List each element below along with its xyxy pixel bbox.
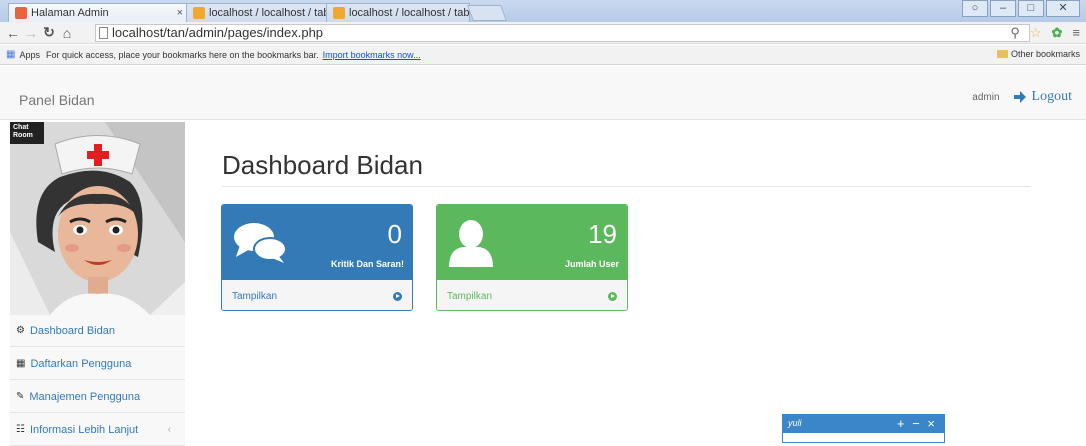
nurse-illustration: [10, 122, 185, 315]
address-bar-actions: ⚲ ☆ ✿ ≡: [1010, 25, 1080, 41]
logout-label: Logout: [1031, 89, 1072, 104]
back-arrow-icon[interactable]: ←: [4, 25, 22, 41]
view-link-label: Tampilkan: [447, 290, 493, 302]
site-favicon-icon: [15, 7, 27, 19]
tab-halaman-admin[interactable]: Halaman Admin ×: [8, 3, 190, 22]
logout-link[interactable]: Logout: [1013, 89, 1072, 105]
sidebar-item-daftarkan-pengguna[interactable]: ▦ Daftarkan Pengguna: [10, 348, 185, 380]
bookmarks-hint: For quick access, place your bookmarks h…: [45, 49, 319, 60]
minimize-button[interactable]: –: [990, 0, 1016, 17]
chat-body[interactable]: [782, 432, 945, 443]
sidebar-item-label: Informasi Lebih Lanjut: [29, 423, 139, 436]
sidebar: Chat Room ⚙ Dashboard Bidan ▦ Daftarkan …: [10, 122, 185, 446]
tab-close-icon[interactable]: ×: [171, 7, 183, 19]
profile-button[interactable]: ○: [962, 0, 988, 17]
page-title: Dashboard Bidan: [222, 150, 423, 180]
phpmyadmin-favicon-icon: [333, 7, 345, 19]
tab-localhost-1[interactable]: localhost / localhost / tab ×: [186, 3, 330, 22]
tab-title: localhost / localhost / tab: [209, 7, 330, 19]
arrow-circle-right-icon: [393, 291, 402, 301]
user-count: 19: [588, 219, 617, 249]
edit-icon: ✎: [16, 391, 25, 402]
folder-icon: [996, 50, 1008, 58]
tab-title: localhost / localhost / tab: [349, 7, 470, 19]
window-controls: ○ – □ ✕: [962, 0, 1080, 17]
sidebar-item-manajemen-pengguna[interactable]: ✎ Manajemen Pengguna: [10, 381, 185, 413]
extension-icon[interactable]: ✿: [1052, 25, 1063, 41]
sidebar-item-label: Dashboard Bidan: [29, 324, 115, 337]
arrow-circle-right-icon: [608, 291, 617, 301]
sidebar-item-label: Daftarkan Pengguna: [30, 357, 132, 370]
panel-heading: 19 Jumlah User: [437, 205, 627, 280]
zoom-icon[interactable]: ⚲: [1010, 25, 1020, 41]
dashboard-icon: ⚙: [16, 325, 25, 336]
chat-user-name: yuli: [788, 418, 802, 428]
navbar-right: admin Logout: [972, 89, 1072, 105]
sidebar-item-informasi-lebih-lanjut[interactable]: ☷ Informasi Lebih Lanjut ‹: [10, 414, 185, 446]
sidebar-item-label: Manajemen Pengguna: [29, 390, 141, 403]
reload-icon[interactable]: ↻: [40, 24, 58, 41]
user-caption: Jumlah User: [564, 259, 619, 269]
bookmarks-bar: ▦ Apps For quick access, place your book…: [0, 45, 1086, 65]
import-bookmarks-link[interactable]: Import bookmarks now...: [323, 50, 421, 60]
maximize-button[interactable]: □: [1018, 0, 1044, 17]
other-bookmarks-label: Other bookmarks: [1010, 49, 1080, 59]
table-icon: ▦: [16, 358, 26, 369]
chat-window-controls[interactable]: + − ×: [897, 416, 937, 431]
user-icon: [449, 220, 493, 267]
apps-link[interactable]: Apps: [19, 50, 40, 60]
title-divider: [222, 186, 1031, 187]
kritik-view-link[interactable]: Tampilkan: [222, 280, 412, 310]
sitemap-icon: ☷: [16, 424, 25, 435]
star-icon[interactable]: ☆: [1030, 25, 1042, 41]
sidebar-item-dashboard-bidan[interactable]: ⚙ Dashboard Bidan: [10, 315, 185, 347]
nurse-avatar-image: Chat Room: [10, 122, 185, 315]
phpmyadmin-favicon-icon: [193, 7, 205, 19]
jumlah-user-panel: 19 Jumlah User Tampilkan: [436, 204, 628, 311]
panel-heading: 0 Kritik Dan Saran!: [222, 205, 412, 280]
kritik-saran-panel: 0 Kritik Dan Saran! Tampilkan: [221, 204, 413, 311]
kritik-caption: Kritik Dan Saran!: [330, 259, 404, 269]
comments-icon: [234, 223, 287, 263]
tab-title: Halaman Admin: [31, 7, 109, 19]
url-input[interactable]: localhost/tan/admin/pages/index.php: [95, 24, 1030, 42]
page-icon: [99, 27, 108, 39]
address-toolbar: ← → ↻ ⌂ localhost/tan/admin/pages/index.…: [0, 22, 1086, 44]
url-text: localhost/tan/admin/pages/index.php: [112, 25, 324, 40]
chat-room-badge[interactable]: Chat Room: [10, 122, 44, 144]
view-link-label: Tampilkan: [232, 290, 278, 302]
kritik-count: 0: [387, 219, 402, 249]
close-window-button[interactable]: ✕: [1046, 0, 1080, 17]
apps-grid-icon[interactable]: ▦: [6, 49, 15, 60]
menu-icon[interactable]: ≡: [1072, 25, 1080, 41]
sign-out-icon: [1013, 91, 1026, 103]
chat-box[interactable]: yuli + − ×: [782, 414, 945, 443]
brand-title[interactable]: Panel Bidan: [19, 92, 95, 108]
tab-localhost-2[interactable]: localhost / localhost / tab ×: [326, 3, 470, 22]
home-icon[interactable]: ⌂: [58, 25, 76, 41]
new-tab-button[interactable]: [467, 5, 507, 21]
user-view-link[interactable]: Tampilkan: [437, 280, 627, 310]
browser-tab-strip: Halaman Admin × localhost / localhost / …: [0, 0, 1086, 22]
other-bookmarks[interactable]: Other bookmarks: [996, 49, 1080, 59]
forward-arrow-icon[interactable]: →: [22, 25, 40, 41]
user-name: admin: [972, 91, 1000, 103]
site-navbar: Panel Bidan admin Logout: [0, 66, 1086, 120]
chevron-left-icon[interactable]: ‹: [168, 424, 171, 435]
